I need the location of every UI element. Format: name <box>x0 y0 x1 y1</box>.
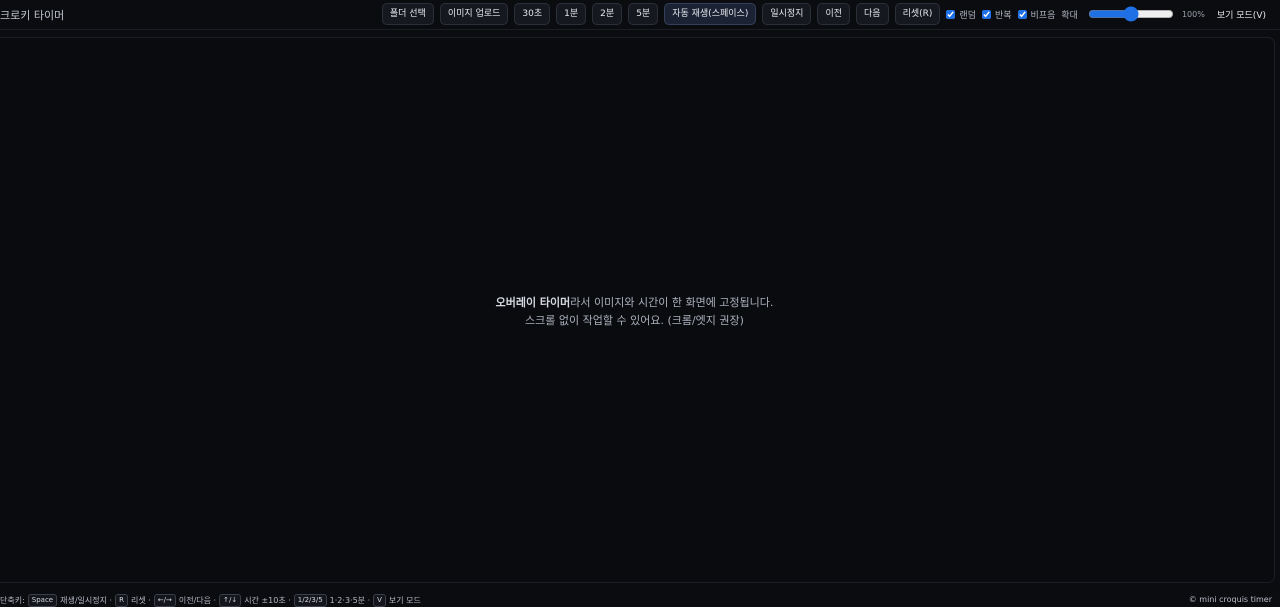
toolbar: 폴더 선택 이미지 업로드 30초 1분 2분 5분 자동 재생(스페이스) 일… <box>381 3 1268 25</box>
message-line-1-text: 라서 이미지와 시간이 한 화면에 고정됩니다. <box>570 296 774 309</box>
up-down-key: ↑/↓ <box>219 594 242 607</box>
time-5m-button[interactable]: 5분 <box>628 3 659 25</box>
space-key: Space <box>27 594 58 607</box>
image-upload-button[interactable]: 이미지 업로드 <box>439 3 509 25</box>
v-key: V <box>373 594 386 607</box>
view-mode-button[interactable]: 보기 모드(V) <box>1211 8 1268 21</box>
up-down-desc: 시간 ±10초 · <box>244 596 291 605</box>
copyright: © mini croquis timer <box>1188 595 1272 604</box>
reset-button[interactable]: 리셋(R) <box>894 3 941 25</box>
shortcut-help: 단축키: Space 재생/일시정지 · R 리셋 · ←/→ 이전/다음 · … <box>0 594 421 607</box>
message-line-2: 스크롤 없이 작업할 수 있어요. (크롬/엣지 권장) <box>525 314 744 327</box>
number-keys-desc: 1·2·3·5분 · <box>329 596 371 605</box>
left-right-desc: 이전/다음 · <box>178 596 217 605</box>
zoom-label: 확대 <box>1061 10 1078 21</box>
zoom-value: 100% <box>1181 9 1205 19</box>
footer: 단축키: Space 재생/일시정지 · R 리셋 · ←/→ 이전/다음 · … <box>0 593 1280 607</box>
app-title: 크로키 타이머 <box>0 9 65 22</box>
v-desc: 보기 모드 <box>388 596 421 605</box>
random-option[interactable]: 랜덤 <box>946 8 976 21</box>
image-stage: 오버레이 타이머라서 이미지와 시간이 한 화면에 고정됩니다. 스크롤 없이 … <box>0 37 1275 583</box>
autoplay-button[interactable]: 자동 재생(스페이스) <box>664 3 757 25</box>
time-1m-button[interactable]: 1분 <box>556 3 587 25</box>
empty-state-message: 오버레이 타이머라서 이미지와 시간이 한 화면에 고정됩니다. 스크롤 없이 … <box>0 294 1274 330</box>
zoom-control: 확대 100% <box>1061 8 1205 21</box>
space-desc: 재생/일시정지 · <box>60 596 113 605</box>
number-keys: 1/2/3/5 <box>293 594 327 607</box>
beep-checkbox[interactable] <box>1017 9 1027 19</box>
repeat-checkbox[interactable] <box>981 9 991 19</box>
repeat-label: 반복 <box>994 10 1012 21</box>
folder-select-button[interactable]: 폴더 선택 <box>381 3 434 25</box>
top-bar: 크로키 타이머 폴더 선택 이미지 업로드 30초 1분 2분 5분 자동 재생… <box>0 0 1280 30</box>
time-2m-button[interactable]: 2분 <box>592 3 623 25</box>
repeat-option[interactable]: 반복 <box>981 8 1012 21</box>
r-desc: 리셋 · <box>130 596 151 605</box>
beep-label: 비프음 <box>1030 10 1056 21</box>
prev-button[interactable]: 이전 <box>817 3 851 25</box>
time-30s-button[interactable]: 30초 <box>514 3 551 25</box>
shortcuts-label: 단축키: <box>0 596 25 605</box>
random-checkbox[interactable] <box>946 9 956 19</box>
r-key: R <box>115 594 128 607</box>
beep-option[interactable]: 비프음 <box>1017 8 1056 21</box>
message-bold: 오버레이 타이머 <box>495 296 571 309</box>
random-label: 랜덤 <box>959 10 976 21</box>
next-button[interactable]: 다음 <box>856 3 889 25</box>
message-line-1: 오버레이 타이머라서 이미지와 시간이 한 화면에 고정됩니다. <box>0 294 1274 312</box>
pause-button[interactable]: 일시정지 <box>762 3 812 25</box>
zoom-slider[interactable] <box>1087 9 1174 19</box>
left-right-key: ←/→ <box>153 594 176 607</box>
